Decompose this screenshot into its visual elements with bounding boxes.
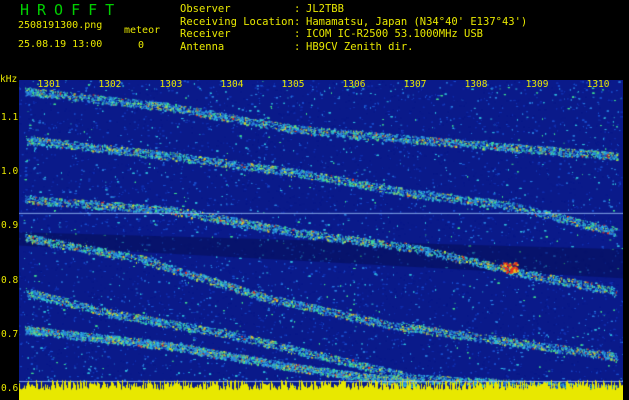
y-tick-label: 1.1 — [1, 111, 19, 123]
info-value: Hamamatsu, Japan (N34°40' E137°43') — [306, 15, 528, 28]
info-colon: : — [294, 15, 301, 28]
info-row-receiver: Receiver: ICOM IC-R2500 53.1000MHz USB — [180, 28, 527, 41]
y-axis-unit: kHz — [0, 74, 18, 85]
y-axis: kHz 1.1 1.0 0.9 0.8 0.7 0.6 — [0, 72, 19, 400]
info-colon: : — [294, 3, 301, 15]
x-tick-label: 1305 — [281, 79, 305, 90]
station-info: Observer: JL2TBB Receiving Location: Hamam… — [180, 3, 527, 53]
x-tick-label: 1302 — [98, 79, 122, 90]
x-tick-label: 1310 — [586, 79, 610, 90]
x-tick-label: 1304 — [220, 79, 244, 90]
info-key: Receiving Location — [180, 15, 294, 28]
meteor-label: meteor — [124, 25, 161, 36]
info-value: HB9CV Zenith dir. — [306, 40, 414, 53]
y-tick-label: 0.6 — [1, 383, 19, 395]
x-tick-label: 1303 — [159, 79, 183, 90]
y-tick-label: 1.0 — [1, 166, 19, 178]
info-colon: : — [294, 40, 301, 53]
info-key: Antenna — [180, 40, 225, 53]
header-panel: HROFFT 2508191300.png 25.08.19 13:00 met… — [0, 0, 629, 72]
x-tick-label: 1301 — [37, 79, 61, 90]
spectrogram-plot — [19, 80, 623, 400]
x-tick-label: 1308 — [464, 79, 488, 90]
info-value: JL2TBB — [306, 3, 344, 15]
date-time: 25.08.19 13:00 — [18, 39, 103, 50]
info-row-antenna: Antenna: HB9CV Zenith dir. — [180, 41, 527, 54]
y-tick-label: 0.7 — [1, 328, 19, 340]
x-tick-label: 1309 — [525, 79, 549, 90]
y-tick-label: 0.8 — [1, 274, 19, 286]
info-key: Receiver — [180, 28, 231, 40]
y-tick-label: 0.9 — [1, 220, 19, 232]
x-axis: 1301 1302 1303 1304 1305 1306 1307 1308 1309 1310 — [19, 72, 629, 92]
x-tick-label: 1306 — [342, 79, 366, 90]
info-value: ICOM IC-R2500 53.1000MHz USB — [306, 28, 484, 40]
spectrogram-canvas — [19, 80, 623, 400]
info-row-observer: Observer: JL2TBB — [180, 3, 527, 16]
info-colon: : — [294, 28, 301, 40]
meteor-count: 0 — [138, 40, 145, 51]
x-tick-label: 1307 — [403, 79, 427, 90]
info-key: Observer — [180, 3, 231, 15]
file-name: 2508191300.png — [18, 20, 103, 31]
app-title: HROFFT — [20, 1, 123, 19]
info-row-location: Receiving Location: Hamamatsu, Japan (N34… — [180, 16, 527, 29]
